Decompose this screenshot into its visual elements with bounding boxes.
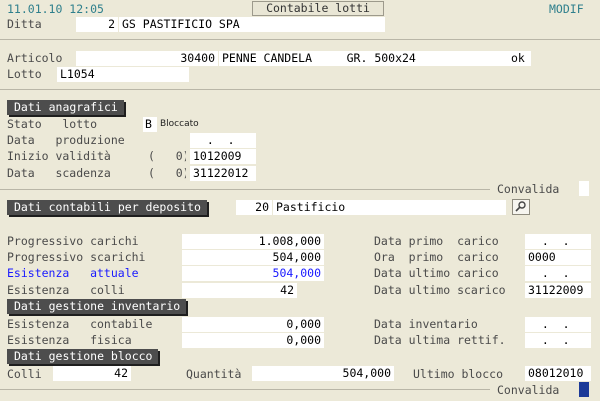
section-dati-blocco: Dati gestione blocco: [7, 349, 159, 364]
articolo-description-field: PENNE CANDELA GR. 500x24: [219, 51, 531, 66]
quantita-field[interactable]: 504,000: [252, 366, 394, 381]
quantita-label: Quantità: [186, 367, 242, 381]
inizio-validita-label: Inizio validità: [7, 149, 111, 163]
data-scadenza-field[interactable]: 31122012: [190, 166, 256, 181]
data-ultimo-scarico-field: 31122009: [525, 283, 591, 298]
ditta-name-field: GS PASTIFICIO SPA: [119, 17, 385, 32]
data-produzione-label: Data produzione: [7, 133, 125, 147]
convalida-label: Convalida: [497, 383, 560, 397]
esistenza-contabile-label: Esistenza contabile: [7, 317, 153, 331]
articolo-status: ok: [511, 51, 525, 65]
ditta-code-field[interactable]: 2: [76, 17, 118, 32]
progressivo-scarichi-field: 504,000: [182, 250, 324, 265]
esistenza-attuale-label: Esistenza attuale: [7, 266, 139, 280]
divider: [0, 389, 490, 390]
esistenza-fisica-field[interactable]: 0,000: [182, 333, 324, 348]
ditta-label: Ditta: [7, 17, 42, 31]
convalida-checkbox[interactable]: [579, 382, 589, 397]
ora-primo-carico-field: 0000: [525, 250, 591, 265]
esistenza-colli-field: 42: [182, 283, 297, 298]
progressivo-carichi-label: Progressivo carichi: [7, 234, 139, 248]
data-scadenza-label: Data scadenza: [7, 166, 111, 180]
section-dati-contabili: Dati contabili per deposito: [7, 200, 207, 215]
articolo-label: Articolo: [7, 51, 63, 65]
section-dati-anagrafici: Dati anagrafici: [7, 100, 124, 115]
datetime: 11.01.10 12:05: [7, 2, 104, 16]
esistenza-fisica-label: Esistenza fisica: [7, 333, 132, 347]
contabile-lotti-button[interactable]: Contabile lotti: [252, 1, 384, 16]
divider: [0, 189, 490, 190]
ultimo-blocco-field[interactable]: 08012010: [525, 366, 591, 381]
inizio-validita-field[interactable]: 1012009: [190, 149, 256, 164]
esistenza-contabile-field[interactable]: 0,000: [182, 317, 324, 332]
scadenza-days: ( 0): [148, 166, 186, 180]
deposito-code-field[interactable]: 20: [236, 200, 272, 215]
mode-indicator: MODIF: [549, 2, 584, 16]
data-ultimo-carico-field: . . 0: [525, 266, 591, 281]
convalida-checkbox[interactable]: [579, 181, 589, 196]
esistenza-attuale-field: 504,000: [182, 266, 324, 281]
colli-label: Colli: [7, 367, 42, 381]
divider: [0, 89, 600, 90]
section-dati-inventario: Dati gestione inventario: [7, 299, 187, 314]
data-ultimo-scarico-label: Data ultimo scarico: [374, 283, 506, 297]
data-primo-carico-label: Data primo carico: [374, 234, 499, 248]
articolo-code-field[interactable]: 30400: [76, 51, 218, 66]
search-lookup-icon[interactable]: [512, 199, 530, 215]
data-ultima-rettifica-label: Data ultima rettif.: [374, 333, 506, 347]
esistenza-colli-label: Esistenza colli: [7, 283, 125, 297]
validita-days: ( 0): [148, 149, 186, 163]
divider: [0, 39, 600, 40]
progressivo-carichi-field: 1.008,000: [182, 234, 324, 249]
data-ultimo-carico-label: Data ultimo carico: [374, 266, 499, 280]
data-ultima-rettifica-field[interactable]: . . 0: [525, 333, 591, 348]
deposito-name-field: Pastificio: [273, 200, 506, 215]
progressivo-scarichi-label: Progressivo scarichi: [7, 250, 146, 264]
ora-primo-carico-label: Ora primo carico: [374, 250, 499, 264]
data-inventario-label: Data inventario: [374, 317, 478, 331]
data-produzione-field[interactable]: . . 0: [190, 133, 256, 148]
stato-lotto-label: Stato lotto: [7, 117, 98, 131]
stato-code-field[interactable]: B: [143, 117, 157, 132]
lotto-field[interactable]: L1054: [57, 67, 189, 82]
ultimo-blocco-label: Ultimo blocco: [413, 367, 504, 381]
data-primo-carico-field: . . 0: [525, 234, 591, 249]
convalida-label: Convalida: [497, 182, 560, 196]
colli-field[interactable]: 42: [53, 366, 131, 381]
lotto-label: Lotto: [7, 67, 42, 81]
data-inventario-field[interactable]: . . 0: [525, 317, 591, 332]
stato-text: Bloccato: [160, 119, 199, 129]
